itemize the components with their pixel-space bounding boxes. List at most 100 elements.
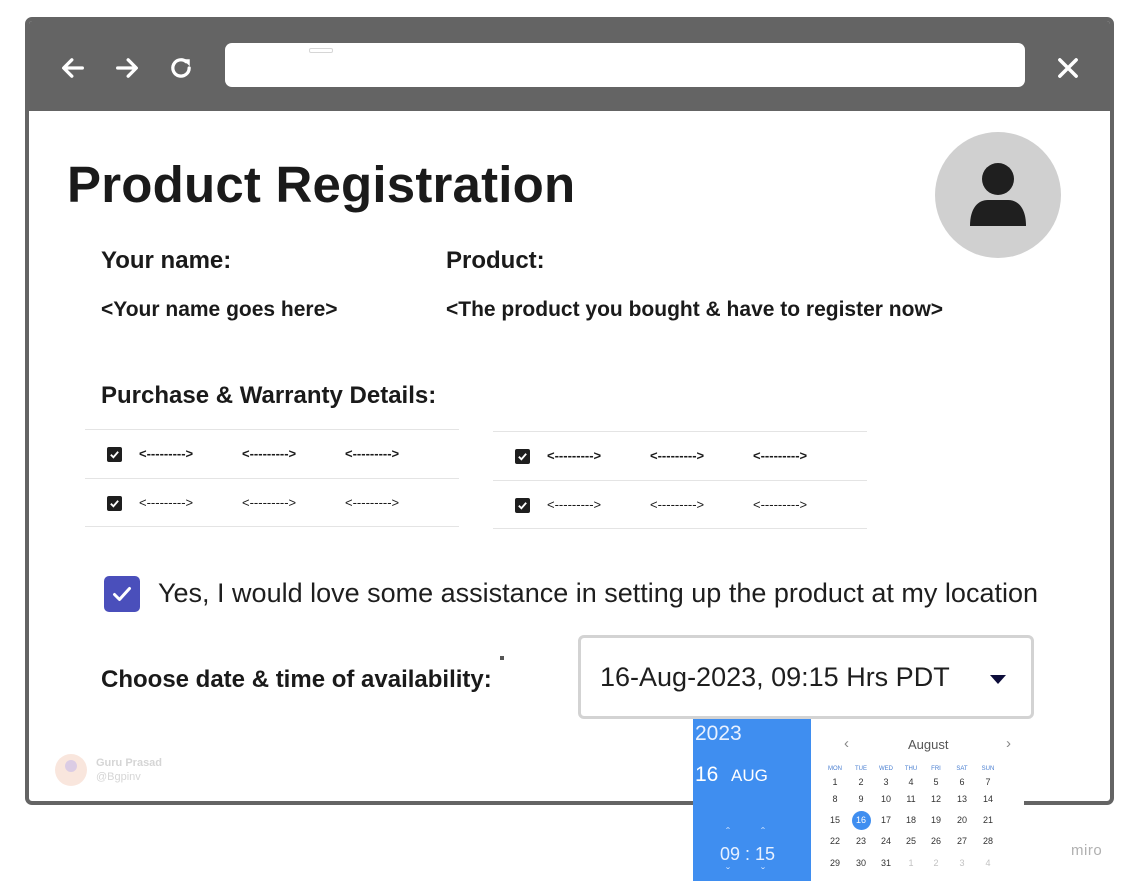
datepicker-time[interactable]: 09 : 15 xyxy=(720,844,775,865)
calendar-date[interactable]: 31 xyxy=(876,858,896,868)
address-bar[interactable] xyxy=(225,43,1025,87)
author-name: Guru Prasad xyxy=(96,757,163,769)
weekday-label: TUE xyxy=(855,766,867,772)
weekday-label: SUN xyxy=(981,766,995,772)
datepicker-day[interactable]: 16 xyxy=(695,763,718,787)
assistance-label[interactable]: Yes, I would love some assistance in set… xyxy=(158,578,1038,609)
availability-value: 16-Aug-2023, 09:15 Hrs PDT xyxy=(600,662,950,692)
stray-mark xyxy=(500,656,504,660)
close-button[interactable] xyxy=(1050,50,1086,86)
table-cell: <---------> xyxy=(650,448,705,463)
table-cell: <---------> xyxy=(650,497,705,512)
details-table-left: <---------> <---------> <---------> <---… xyxy=(85,429,459,527)
availability-label: Choose date & time of availability: xyxy=(101,666,492,693)
forward-button[interactable] xyxy=(109,50,145,86)
calendar-date[interactable]: 6 xyxy=(952,777,972,787)
check-icon xyxy=(113,587,131,601)
calendar-date[interactable]: 7 xyxy=(978,777,998,787)
row-checkbox[interactable] xyxy=(107,447,122,462)
weekday-label: SAT xyxy=(956,766,968,772)
row-checkbox[interactable] xyxy=(515,449,530,464)
calendar-date[interactable]: 11 xyxy=(901,794,921,804)
calendar-date[interactable]: 25 xyxy=(901,836,921,846)
calendar-date[interactable]: 21 xyxy=(978,815,998,825)
calendar-date[interactable]: 13 xyxy=(952,794,972,804)
minute-up-icon[interactable]: ˆ xyxy=(761,825,765,839)
hour-up-icon[interactable]: ˆ xyxy=(726,825,730,839)
calendar-date[interactable]: 19 xyxy=(926,815,946,825)
calendar-date[interactable]: 3 xyxy=(952,858,972,868)
check-icon xyxy=(110,500,119,508)
calendar-date[interactable]: 12 xyxy=(926,794,946,804)
author-handle: @Bgpinv xyxy=(96,771,141,783)
table-row: <---------> <---------> <---------> xyxy=(85,478,459,527)
calendar-date[interactable]: 26 xyxy=(926,836,946,846)
calendar-date[interactable]: 4 xyxy=(901,777,921,787)
row-checkbox[interactable] xyxy=(515,498,530,513)
row-checkbox[interactable] xyxy=(107,496,122,511)
check-icon xyxy=(110,451,119,459)
minute-down-icon[interactable]: ˇ xyxy=(761,865,765,879)
next-month-icon[interactable]: › xyxy=(1006,735,1011,752)
calendar-date[interactable]: 30 xyxy=(851,858,871,868)
calendar-date[interactable]: 15 xyxy=(825,815,845,825)
calendar-date[interactable]: 8 xyxy=(825,794,845,804)
calendar-date[interactable]: 28 xyxy=(978,836,998,846)
table-row: <---------> <---------> <---------> xyxy=(493,480,867,529)
calendar-date[interactable]: 20 xyxy=(952,815,972,825)
datepicker-month-short[interactable]: AUG xyxy=(731,766,768,786)
caret-down-icon xyxy=(990,675,1006,684)
table-cell: <---------> xyxy=(753,497,808,512)
calendar-date[interactable]: 22 xyxy=(825,836,845,846)
author-avatar xyxy=(55,754,87,786)
address-bar-tab-mark xyxy=(309,48,333,53)
avatar[interactable] xyxy=(935,132,1061,258)
calendar-date[interactable]: 2 xyxy=(926,858,946,868)
back-button[interactable] xyxy=(55,50,91,86)
calendar-date[interactable]: 9 xyxy=(851,794,871,804)
weekday-label: FRI xyxy=(931,766,941,772)
prev-month-icon[interactable]: ‹ xyxy=(844,735,849,752)
table-cell: <---------> xyxy=(547,497,602,512)
user-icon xyxy=(970,163,1026,226)
weekday-label: THU xyxy=(904,766,918,772)
reload-button[interactable] xyxy=(163,50,199,86)
calendar-date[interactable]: 1 xyxy=(825,777,845,787)
calendar-date[interactable]: 24 xyxy=(876,836,896,846)
calendar-date[interactable]: 14 xyxy=(978,794,998,804)
arrow-left-icon xyxy=(62,58,84,78)
miro-logo: miro xyxy=(1071,842,1103,859)
datepicker-year[interactable]: 2023 xyxy=(695,722,742,746)
calendar-date[interactable]: 18 xyxy=(901,815,921,825)
calendar-date[interactable]: 3 xyxy=(876,777,896,787)
assistance-checkbox[interactable] xyxy=(104,576,140,612)
calendar-date[interactable]: 1 xyxy=(901,858,921,868)
calendar-date[interactable]: 2 xyxy=(851,777,871,787)
table-row: <---------> <---------> <---------> xyxy=(493,431,867,480)
weekday-label: MON xyxy=(828,766,842,772)
datepicker-month: August xyxy=(908,737,949,752)
calendar-date[interactable]: 5 xyxy=(926,777,946,787)
check-icon xyxy=(518,502,527,510)
table-cell: <---------> xyxy=(547,448,602,463)
calendar-date-selected[interactable]: 16 xyxy=(851,815,871,825)
calendar-date[interactable]: 29 xyxy=(825,858,845,868)
availability-select[interactable]: 16-Aug-2023, 09:15 Hrs PDT xyxy=(578,635,1034,719)
datepicker-calendar: ‹ August › MON TUE WED THU FRI SAT SUN 1 2 3 4 5 6 7 8… xyxy=(811,719,1024,881)
calendar-date[interactable]: 17 xyxy=(876,815,896,825)
calendar-date[interactable]: 23 xyxy=(851,836,871,846)
table-cell: <---------> xyxy=(139,495,194,510)
hour-down-icon[interactable]: ˇ xyxy=(726,865,730,879)
page-title: Product Registration xyxy=(67,156,576,213)
browser-window: Product Registration Your name: <Your na… xyxy=(25,17,1114,805)
reload-icon xyxy=(171,58,191,78)
details-heading: Purchase & Warranty Details: xyxy=(101,382,437,409)
weekday-label: WED xyxy=(879,766,893,772)
check-icon xyxy=(518,453,527,461)
calendar-date[interactable]: 10 xyxy=(876,794,896,804)
datepicker-summary: 2023 16 AUG ˆ ˆ 09 : 15 ˇ ˇ xyxy=(693,719,811,881)
close-icon xyxy=(1058,58,1078,78)
table-cell: <---------> xyxy=(753,448,808,463)
calendar-date[interactable]: 4 xyxy=(978,858,998,868)
calendar-date[interactable]: 27 xyxy=(952,836,972,846)
